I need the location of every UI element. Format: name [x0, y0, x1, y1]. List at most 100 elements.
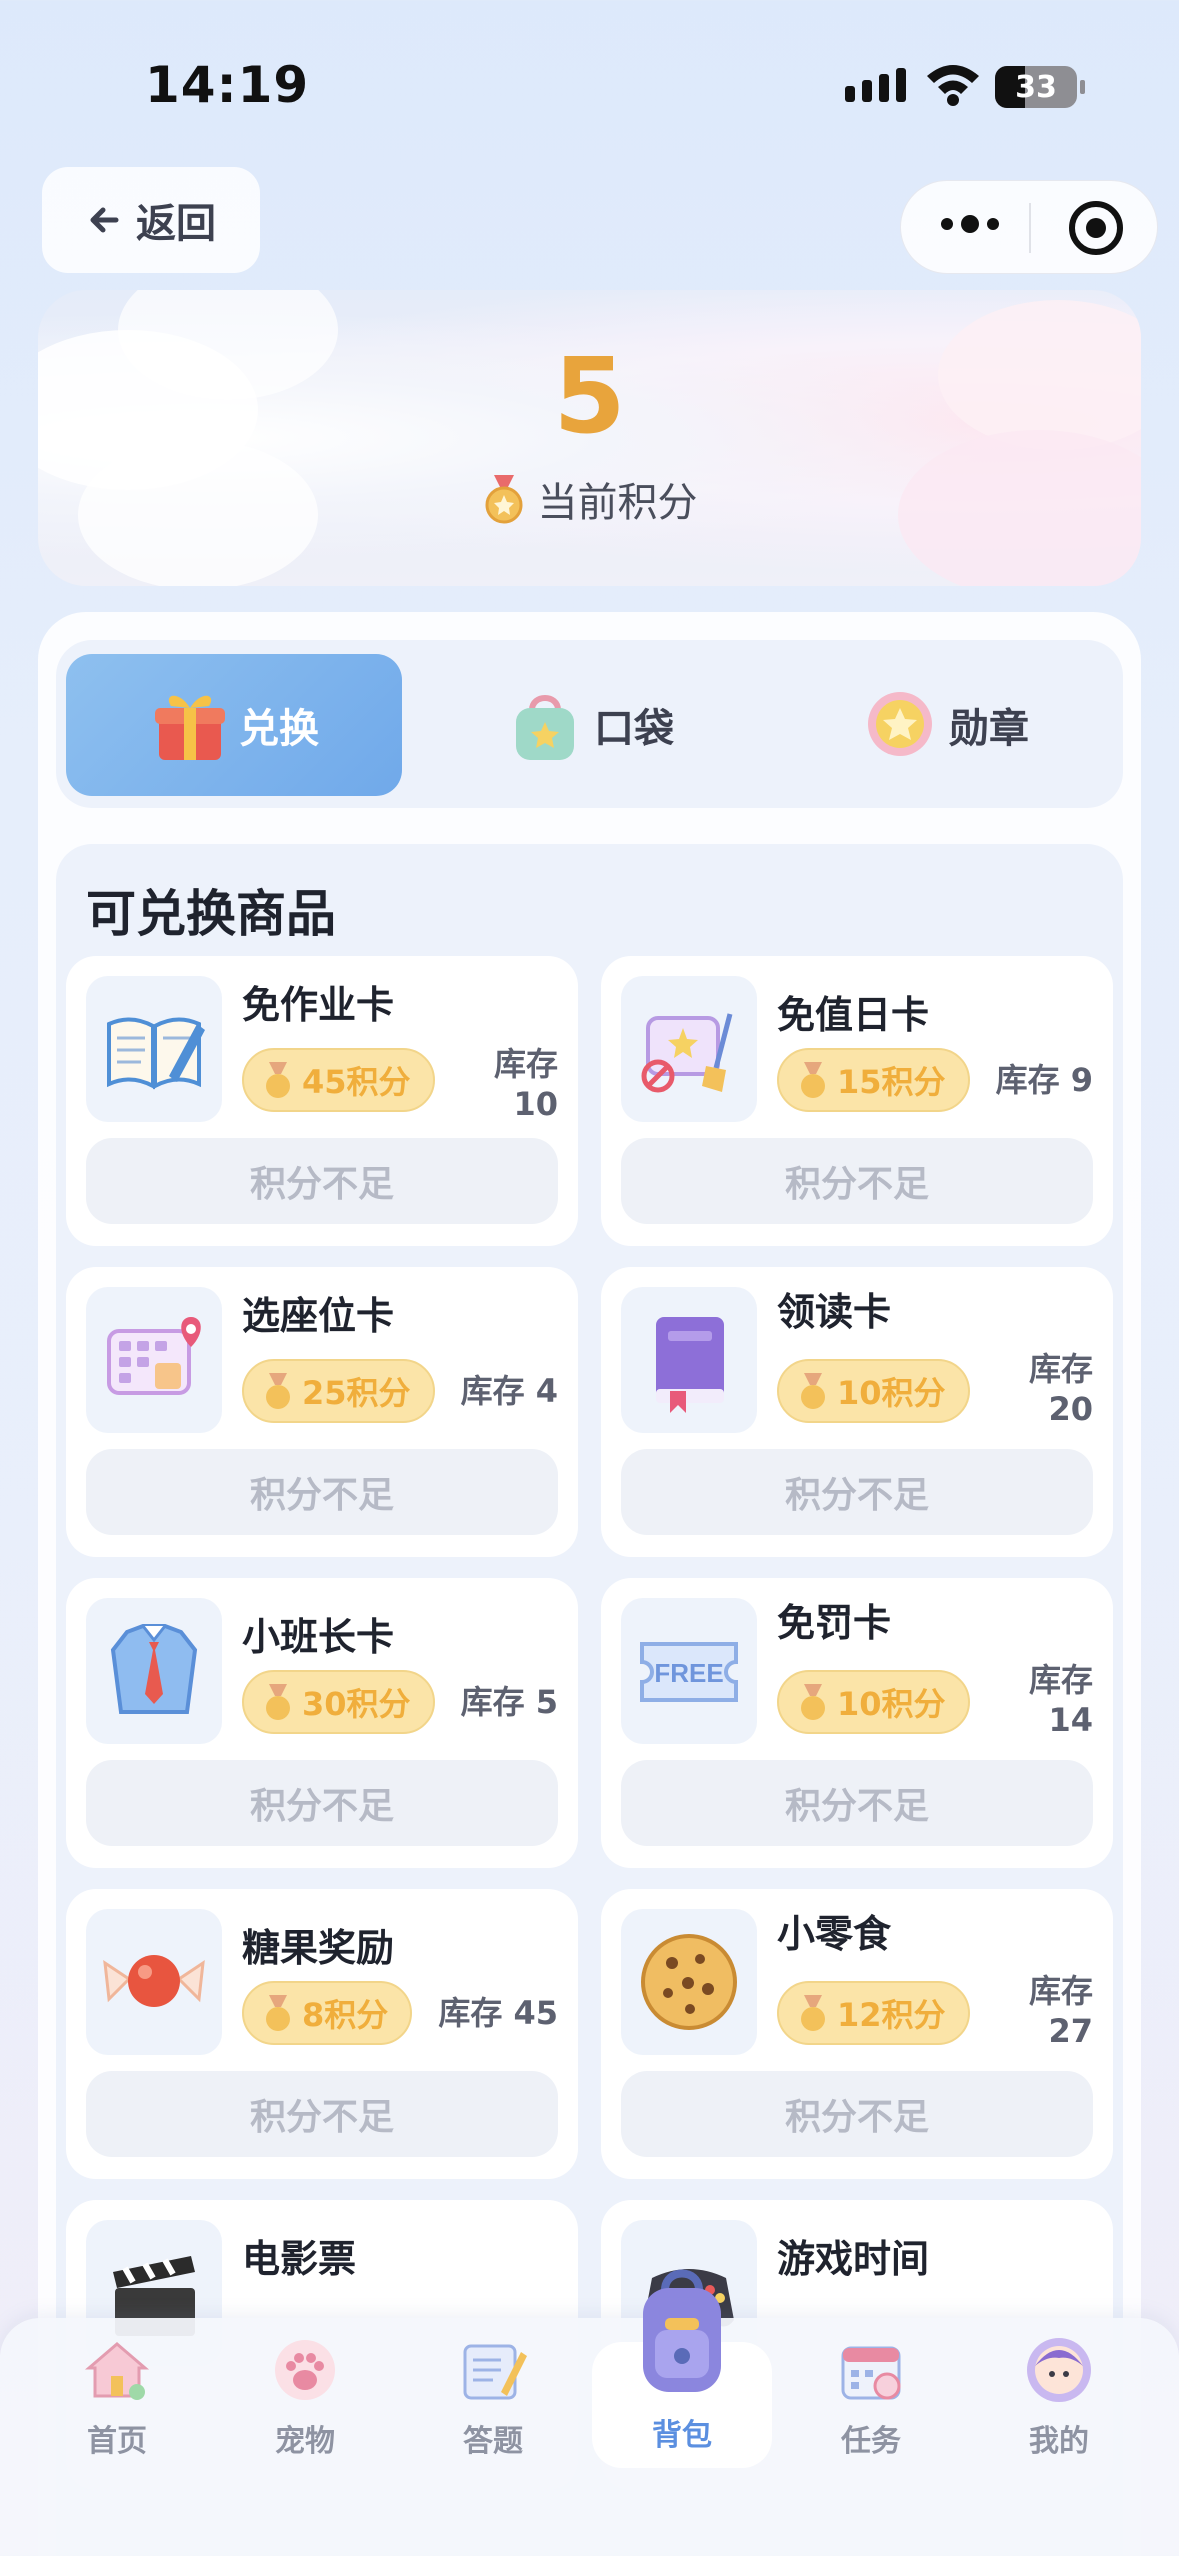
tab-exchange[interactable]: 兑换 [66, 654, 402, 796]
goods-price: 10积分 [777, 1359, 970, 1423]
goods-price: 12积分 [777, 1981, 970, 2045]
nav-pets[interactable]: 宠物 [210, 2318, 400, 2518]
points-banner: 5 当前积分 [38, 290, 1141, 586]
nav-quiz[interactable]: 答题 [398, 2318, 588, 2518]
seat-map-icon [107, 1317, 201, 1395]
goods-name: 电影票 [242, 2237, 357, 2281]
goods-name: 免作业卡 [242, 983, 395, 1027]
goods-title: 可兑换商品 [86, 885, 336, 943]
free-ticket-icon: FREE [640, 1642, 738, 1702]
points-value: 5 [553, 335, 626, 457]
cookie-icon [641, 1934, 737, 2030]
tab-medals[interactable]: 勋章 [776, 654, 1112, 796]
goods-stock: 库存 9 [995, 1061, 1093, 1099]
goods-stock: 库存 4 [460, 1372, 558, 1410]
close-miniprogram-icon[interactable] [1069, 201, 1123, 255]
miniprogram-capsule [900, 180, 1158, 274]
nav-home-label: 首页 [87, 2424, 147, 2459]
tab-pocket[interactable]: 口袋 [421, 654, 757, 796]
medal-icon [801, 1684, 825, 1720]
medal-icon [266, 1373, 290, 1409]
goods-card: FREE 免罚卡 10积分 库存 14 积分不足 [601, 1578, 1113, 1868]
medal-icon [801, 1373, 825, 1409]
goods-stock: 库存 45 [438, 1994, 558, 2032]
goods-card: 小零食 12积分 库存 27 积分不足 [601, 1889, 1113, 2179]
redeem-button[interactable]: 积分不足 [621, 1760, 1093, 1846]
goods-name: 选座位卡 [242, 1294, 395, 1338]
bottom-nav: 首页 宠物 答题 背包 任务 我的 [0, 2269, 1179, 2556]
redeem-button[interactable]: 积分不足 [86, 1760, 558, 1846]
calendar-icon [841, 2346, 901, 2400]
goods-card: 领读卡 10积分 库存 20 积分不足 [601, 1267, 1113, 1557]
goods-card: 糖果奖励 8积分 库存 45 积分不足 [66, 1889, 578, 2179]
nav-pets-label: 宠物 [275, 2424, 335, 2459]
goods-name: 糖果奖励 [242, 1926, 395, 1970]
medal-icon [485, 475, 522, 524]
book-icon [107, 1017, 205, 1090]
goods-stock: 库存 20 [1028, 1350, 1093, 1428]
tab-exchange-label: 兑换 [239, 706, 319, 752]
goods-name: 小班长卡 [242, 1615, 395, 1659]
nav-home[interactable]: 首页 [22, 2318, 212, 2518]
goods-section: 可兑换商品 免作业卡 45积分 库存 10 积分不足 免值日卡 15积分 库存 … [56, 844, 1123, 2556]
goods-stock: 库存 5 [460, 1683, 558, 1721]
nav-tasks-label: 任务 [841, 2424, 901, 2459]
shirt-tie-icon [110, 1624, 198, 1714]
goods-name: 游戏时间 [777, 2237, 930, 2281]
medal-icon [266, 1995, 290, 2031]
broom-ticket-icon [641, 1013, 733, 1093]
tab-medals-label: 勋章 [949, 706, 1029, 752]
redeem-button[interactable]: 积分不足 [86, 2071, 558, 2157]
more-icon[interactable] [941, 215, 999, 233]
goods-card: 免值日卡 15积分 库存 9 积分不足 [601, 956, 1113, 1246]
redeem-button[interactable]: 积分不足 [86, 1449, 558, 1535]
nav-backpack[interactable]: 背包 [587, 2269, 777, 2518]
svg-text:FREE: FREE [654, 1658, 723, 1688]
redeem-button[interactable]: 积分不足 [621, 1449, 1093, 1535]
goods-card: 小班长卡 30积分 库存 5 积分不足 [66, 1578, 578, 1868]
nav-tasks[interactable]: 任务 [776, 2318, 966, 2518]
paw-icon [275, 2340, 335, 2400]
battery-level: 33 [1015, 69, 1057, 105]
backpack-icon [643, 2269, 721, 2392]
goods-card: 免作业卡 45积分 库存 10 积分不足 [66, 956, 578, 1246]
goods-name: 小零食 [777, 1912, 892, 1956]
goods-price: 10积分 [777, 1670, 970, 1734]
redeem-button[interactable]: 积分不足 [86, 1138, 558, 1224]
nav-quiz-label: 答题 [463, 2424, 523, 2459]
redeem-button[interactable]: 积分不足 [621, 2071, 1093, 2157]
nav-backpack-label: 背包 [652, 2418, 712, 2453]
tab-bar: 兑换 口袋 勋章 [56, 640, 1123, 808]
goods-stock: 库存 10 [493, 1045, 558, 1123]
goods-stock: 库存 14 [1028, 1661, 1093, 1739]
wifi-icon [927, 65, 979, 106]
nav-profile[interactable]: 我的 [964, 2318, 1154, 2518]
status-bar: 14:19 33 [0, 0, 1179, 170]
back-button[interactable]: 返回 [42, 167, 260, 273]
back-label: 返回 [136, 201, 216, 247]
goods-price: 15积分 [777, 1048, 970, 1112]
home-icon [84, 2342, 150, 2400]
tab-pocket-label: 口袋 [594, 706, 674, 752]
goods-name: 领读卡 [777, 1290, 892, 1334]
goods-name: 免值日卡 [777, 993, 930, 1037]
medal-icon [801, 1062, 825, 1098]
gift-icon [155, 695, 225, 760]
nav-profile-label: 我的 [1029, 2424, 1089, 2459]
medal-icon [266, 1684, 290, 1720]
medal-icon [266, 1062, 290, 1098]
purple-book-icon [656, 1317, 724, 1413]
goods-price: 25积分 [242, 1359, 435, 1423]
goods-price: 30积分 [242, 1670, 435, 1734]
goods-name: 免罚卡 [777, 1601, 892, 1645]
bag-icon [516, 695, 574, 760]
signal-icon [845, 68, 906, 102]
quiz-icon [463, 2344, 527, 2400]
goods-price: 8积分 [242, 1981, 413, 2045]
redeem-button[interactable]: 积分不足 [621, 1138, 1093, 1224]
battery-icon: 33 [995, 66, 1085, 108]
main-panel: 兑换 口袋 勋章 可兑换商品 免作业卡 45积分 库存 10 积分不足 免值日卡… [38, 612, 1141, 2556]
arrow-left-icon [90, 207, 119, 233]
goods-stock: 库存 27 [1028, 1972, 1093, 2050]
status-time: 14:19 [145, 56, 310, 114]
